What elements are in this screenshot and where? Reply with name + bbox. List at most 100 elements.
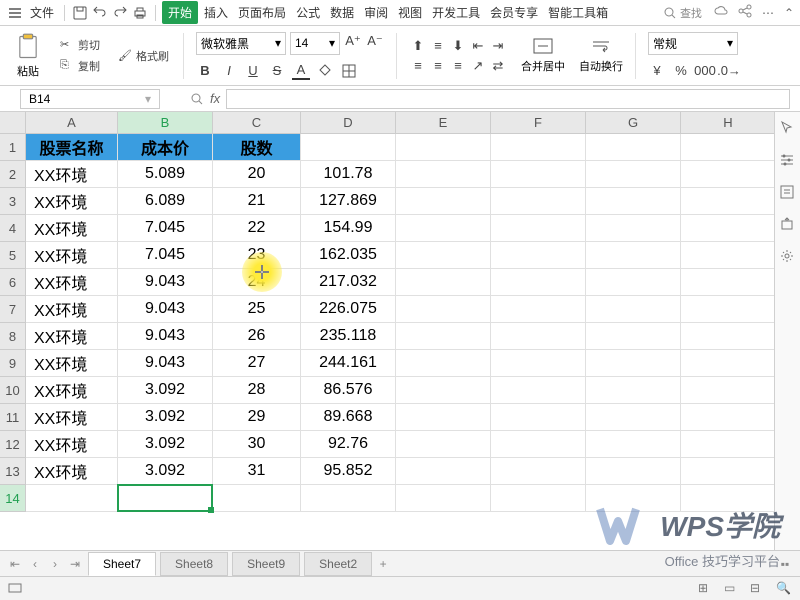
cell[interactable]: 127.869	[301, 188, 396, 215]
col-header-D[interactable]: D	[301, 112, 396, 134]
tab-last-icon[interactable]: ⇥	[66, 555, 84, 573]
cell[interactable]: 成本价	[118, 134, 213, 161]
cell[interactable]	[586, 296, 681, 323]
cell[interactable]: 20	[213, 161, 301, 188]
cell[interactable]: 3.092	[118, 431, 213, 458]
sheet-tab[interactable]: Sheet9	[232, 552, 300, 576]
sheet-tab[interactable]: Sheet8	[160, 552, 228, 576]
cell[interactable]: 95.852	[301, 458, 396, 485]
cell[interactable]	[396, 458, 491, 485]
rtl-button[interactable]: ⇄	[489, 57, 507, 75]
cell[interactable]: 86.576	[301, 377, 396, 404]
copy-button[interactable]: ⎘复制	[58, 57, 102, 75]
cell[interactable]: 27	[213, 350, 301, 377]
cell[interactable]	[681, 269, 776, 296]
cell[interactable]: 9.043	[118, 323, 213, 350]
col-header-C[interactable]: C	[213, 112, 301, 134]
cell[interactable]	[491, 458, 586, 485]
backup-icon[interactable]	[779, 216, 797, 234]
number-format-select[interactable]: 常规▾	[648, 32, 738, 55]
view-break-icon[interactable]: ⊟	[750, 581, 766, 597]
row-header[interactable]: 1	[0, 134, 26, 161]
cell[interactable]	[681, 296, 776, 323]
cut-button[interactable]: ✂剪切	[58, 36, 102, 54]
cell[interactable]	[586, 269, 681, 296]
cell[interactable]	[491, 215, 586, 242]
col-header-A[interactable]: A	[26, 112, 118, 134]
cell[interactable]: 股数	[213, 134, 301, 161]
col-header-E[interactable]: E	[396, 112, 491, 134]
row-header[interactable]: 11	[0, 404, 26, 431]
cell[interactable]: 244.161	[301, 350, 396, 377]
align-top-button[interactable]: ⬆	[409, 37, 427, 55]
align-left-button[interactable]: ≡	[409, 57, 427, 75]
cell[interactable]	[681, 242, 776, 269]
percent-button[interactable]: %	[672, 62, 690, 80]
cell[interactable]: 23	[213, 242, 301, 269]
cell[interactable]: XX环境	[26, 431, 118, 458]
cell[interactable]	[681, 161, 776, 188]
cell[interactable]: 31	[213, 458, 301, 485]
cell[interactable]: 6.089	[118, 188, 213, 215]
collapse-icon[interactable]: ⌃	[784, 6, 794, 20]
cell[interactable]: XX环境	[26, 161, 118, 188]
cell[interactable]: XX环境	[26, 377, 118, 404]
cell[interactable]: 9.043	[118, 350, 213, 377]
row-header[interactable]: 14	[0, 485, 26, 512]
settings-icon[interactable]	[779, 248, 797, 266]
cell[interactable]	[586, 323, 681, 350]
row-header[interactable]: 12	[0, 431, 26, 458]
cell[interactable]: 7.045	[118, 215, 213, 242]
sheet-tab[interactable]: Sheet7	[88, 552, 156, 576]
tab-list-icon[interactable]: ▪▪	[776, 555, 794, 573]
cell[interactable]	[586, 404, 681, 431]
search-icon[interactable]	[190, 92, 204, 106]
decrease-font-button[interactable]: A⁻	[366, 32, 384, 50]
cell[interactable]	[586, 377, 681, 404]
cell[interactable]	[681, 188, 776, 215]
zoom-icon[interactable]: 🔍	[776, 581, 792, 597]
view-normal-icon[interactable]: ⊞	[698, 581, 714, 597]
cell[interactable]: 9.043	[118, 296, 213, 323]
cell[interactable]: 7.045	[118, 242, 213, 269]
paste-button[interactable]: 粘贴	[8, 31, 48, 81]
cell[interactable]: 3.092	[118, 404, 213, 431]
row-header[interactable]: 10	[0, 377, 26, 404]
more-icon[interactable]: ⋯	[762, 6, 774, 20]
cell[interactable]: 154.99	[301, 215, 396, 242]
italic-button[interactable]: I	[220, 62, 238, 80]
cell[interactable]	[396, 269, 491, 296]
cell[interactable]: 217.032	[301, 269, 396, 296]
cell[interactable]: 21	[213, 188, 301, 215]
align-middle-button[interactable]: ≡	[429, 37, 447, 55]
sheet-tab[interactable]: Sheet2	[304, 552, 372, 576]
tab-view[interactable]: 视图	[394, 1, 426, 24]
cell[interactable]	[396, 377, 491, 404]
format-painter-button[interactable]: 🖌格式刷	[116, 47, 171, 65]
cell[interactable]	[681, 134, 776, 161]
tab-formula[interactable]: 公式	[292, 1, 324, 24]
col-header-F[interactable]: F	[491, 112, 586, 134]
name-box[interactable]: B14▾	[20, 89, 160, 109]
cell[interactable]	[396, 242, 491, 269]
cell[interactable]: 22	[213, 215, 301, 242]
tab-prev-icon[interactable]: ‹	[26, 555, 44, 573]
cell[interactable]	[681, 350, 776, 377]
cell[interactable]	[301, 485, 396, 512]
keyboard-icon[interactable]	[8, 581, 24, 597]
cell[interactable]: 29	[213, 404, 301, 431]
orientation-button[interactable]: ↗	[469, 57, 487, 75]
view-page-icon[interactable]: ▭	[724, 581, 740, 597]
cell[interactable]	[586, 242, 681, 269]
row-header[interactable]: 5	[0, 242, 26, 269]
cell[interactable]	[681, 323, 776, 350]
row-header[interactable]: 13	[0, 458, 26, 485]
hamburger-icon[interactable]	[6, 4, 24, 22]
cell[interactable]	[26, 485, 118, 512]
cell[interactable]	[491, 377, 586, 404]
increase-decimal-button[interactable]: .0→	[720, 62, 738, 80]
row-header[interactable]: 2	[0, 161, 26, 188]
search-box[interactable]: 查找	[664, 5, 702, 21]
cell[interactable]	[491, 323, 586, 350]
cell[interactable]	[681, 431, 776, 458]
